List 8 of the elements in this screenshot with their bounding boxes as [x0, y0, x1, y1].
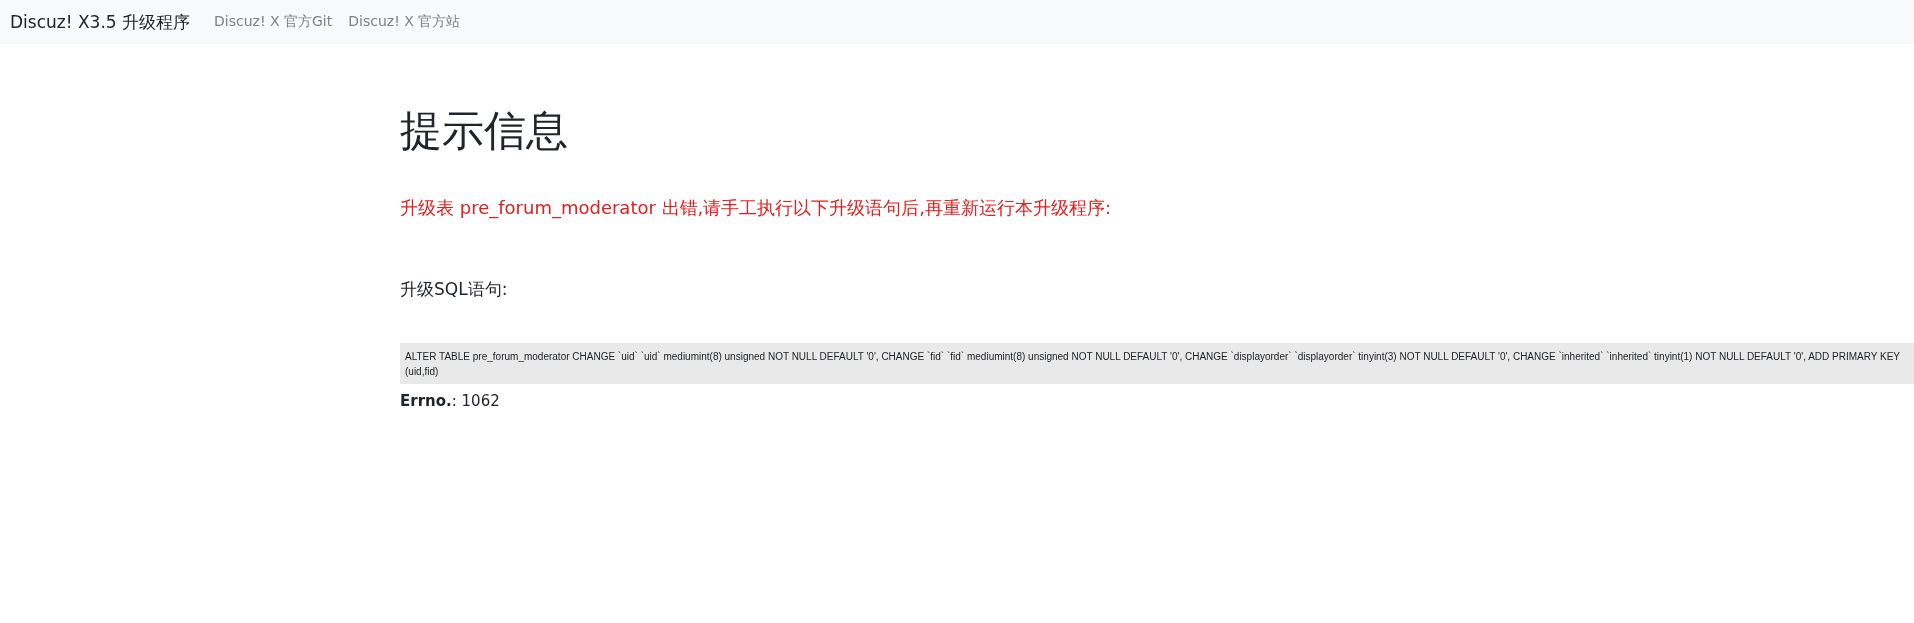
- sql-label: 升级SQL语句:: [400, 278, 509, 302]
- errno-text: Errno.: 1062: [400, 392, 501, 411]
- nav-link[interactable]: Discuz! X 官方Git: [214, 13, 333, 31]
- sql-statement: ALTER TABLE pre_forum_moderator CHANGE `uid` `uid` mediumint(8) unsigned NOT NULL DEFAULT '0', CHANGE `fid` `fid` mediumint(8) unsigned NOT NULL DEFAULT '0', CHANGE `displayorder` `displayorder` tinyint(3) NOT NULL DEFAULT '0', CHANGE `inherited` `inherited` tinyint(1) NOT NULL DEFAULT '0', ADD PRIMARY KEY (uid,fid): [400, 343, 1914, 385]
- page-heading: 提示信息: [400, 106, 569, 157]
- brand-link[interactable]: Discuz! X3.5 升级程序: [10, 10, 191, 34]
- error-message: 升级表 pre_forum_moderator 出错,请手工执行以下升级语句后,再重新运行本升级程序:: [400, 196, 1113, 221]
- nav-link[interactable]: Discuz! X 官方站: [348, 13, 461, 31]
